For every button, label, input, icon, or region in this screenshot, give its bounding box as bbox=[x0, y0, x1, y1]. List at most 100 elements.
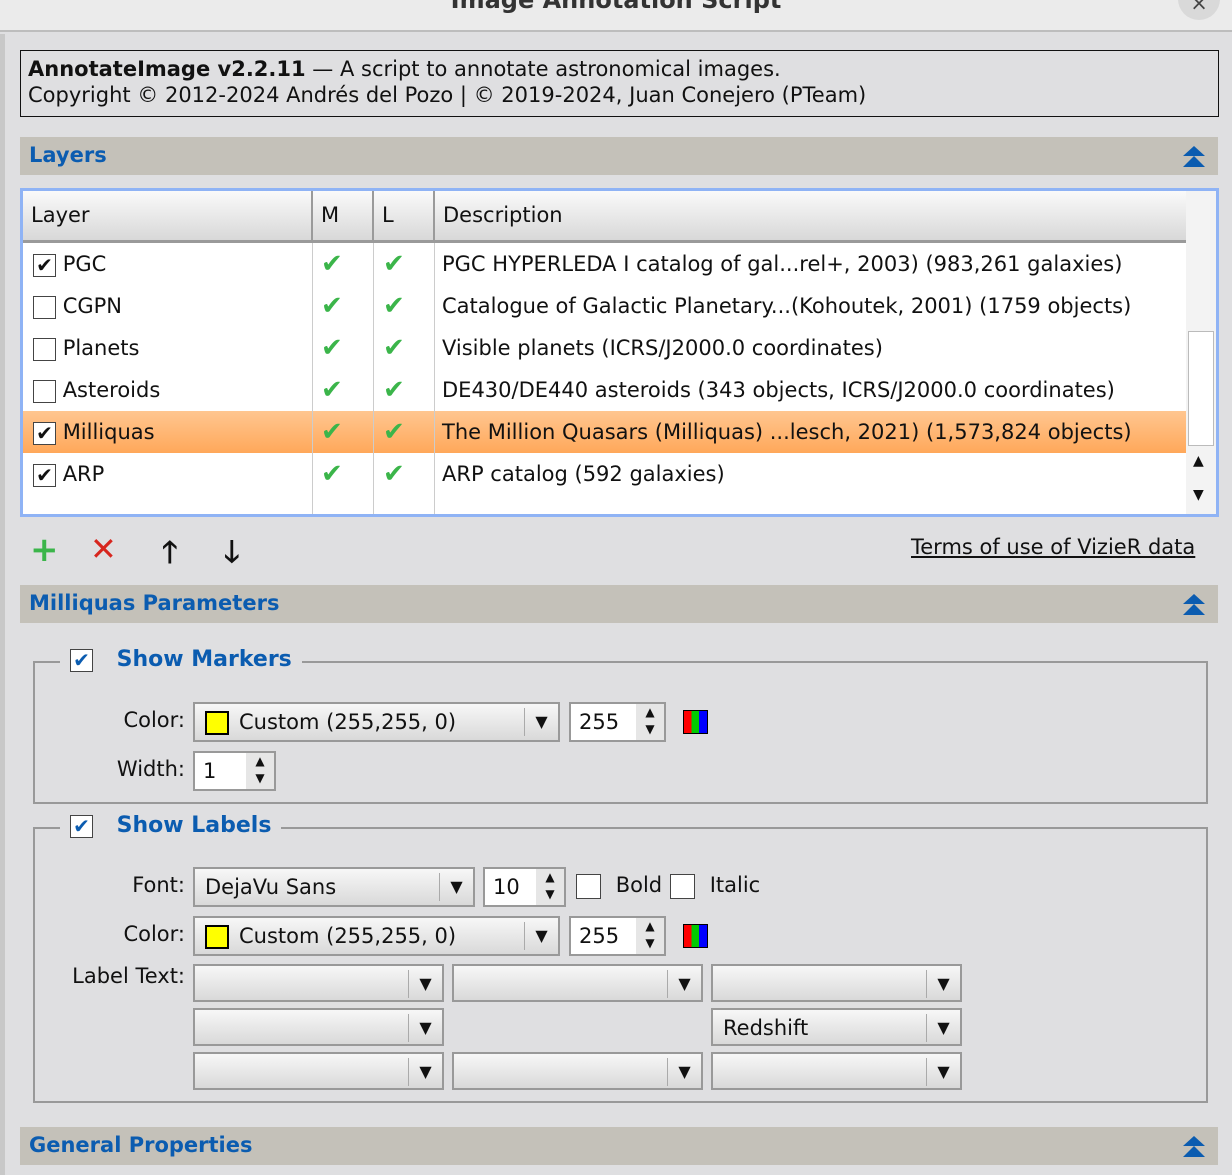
close-button[interactable]: × bbox=[1178, 0, 1220, 20]
font-size-spinner[interactable]: 10 ▲ ▼ bbox=[483, 867, 566, 907]
col-m[interactable]: M bbox=[313, 191, 374, 240]
layer-checkbox[interactable]: ✔ bbox=[33, 253, 56, 277]
dropdown-arrow-icon[interactable]: ▼ bbox=[667, 970, 701, 998]
font-value: DejaVu Sans bbox=[205, 875, 337, 899]
col-l[interactable]: L bbox=[374, 191, 435, 240]
move-down-icon[interactable]: 🡓 bbox=[224, 530, 240, 581]
font-label: Font: bbox=[132, 873, 185, 897]
label-text-select[interactable]: ▼ bbox=[452, 1052, 703, 1090]
dropdown-arrow-icon[interactable]: ▼ bbox=[408, 970, 442, 998]
table-row[interactable]: CGPN ✔ ✔ Catalogue of Galactic Planetary… bbox=[23, 285, 1186, 327]
collapse-icon[interactable] bbox=[1182, 594, 1206, 616]
marker-color-select[interactable]: Custom (255,255, 0) ▼ bbox=[193, 702, 560, 742]
label-text-select[interactable]: Redshift ▼ bbox=[711, 1008, 962, 1046]
scroll-down-icon[interactable]: ▼ bbox=[1193, 487, 1204, 503]
dropdown-arrow-icon[interactable]: ▼ bbox=[926, 970, 960, 998]
spinner-arrows-icon[interactable]: ▲ ▼ bbox=[246, 753, 274, 789]
dropdown-arrow-icon[interactable]: ▼ bbox=[667, 1058, 701, 1086]
layers-section-header[interactable]: Layers bbox=[20, 137, 1218, 175]
table-row[interactable]: Planets ✔ ✔ Visible planets (ICRS/J2000.… bbox=[23, 327, 1186, 369]
section-title: Milliquas Parameters bbox=[29, 591, 280, 615]
tagline: — A script to annotate astronomical imag… bbox=[305, 57, 781, 81]
bold-label: Bold bbox=[615, 873, 663, 897]
table-row[interactable]: ✔ Milliquas ✔ ✔ The Million Quasars (Mil… bbox=[23, 411, 1186, 453]
dropdown-arrow-icon[interactable]: ▼ bbox=[524, 922, 558, 950]
table-row[interactable]: Asteroids ✔ ✔ DE430/DE440 asteroids (343… bbox=[23, 369, 1186, 411]
scrollbar[interactable]: ▲ ▼ bbox=[1186, 191, 1216, 514]
marker-check-icon[interactable]: ✔ bbox=[321, 327, 343, 369]
marker-color-value: Custom (255,255, 0) bbox=[239, 710, 457, 734]
dropdown-arrow-icon[interactable]: ▼ bbox=[439, 873, 473, 901]
table-row[interactable]: ✔ ARP ✔ ✔ ARP catalog (592 galaxies) bbox=[23, 453, 1186, 495]
layer-checkbox[interactable]: ✔ bbox=[33, 421, 56, 445]
italic-label: Italic bbox=[709, 873, 761, 897]
move-up-icon[interactable]: 🡑 bbox=[162, 530, 178, 581]
collapse-icon[interactable] bbox=[1182, 1136, 1206, 1158]
add-layer-icon[interactable]: + bbox=[30, 530, 59, 570]
color-picker-icon[interactable] bbox=[683, 710, 708, 734]
spinner-arrows-icon[interactable]: ▲ ▼ bbox=[536, 869, 564, 905]
general-section-header[interactable]: General Properties bbox=[20, 1127, 1218, 1165]
table-row[interactable]: ✔ PGC ✔ ✔ PGC HYPERLEDA I catalog of gal… bbox=[23, 243, 1186, 285]
dropdown-arrow-icon[interactable]: ▼ bbox=[926, 1014, 960, 1042]
label-check-icon[interactable]: ✔ bbox=[383, 285, 405, 327]
layer-description: DE430/DE440 asteroids (343 objects, ICRS… bbox=[442, 378, 1115, 402]
marker-width-spinner[interactable]: 1 ▲ ▼ bbox=[193, 751, 276, 791]
layer-name: ARP bbox=[62, 462, 105, 486]
dropdown-arrow-icon[interactable]: ▼ bbox=[408, 1058, 442, 1086]
show-markers-checkbox[interactable]: ✔ bbox=[70, 648, 93, 672]
layers-table[interactable]: Layer M L Description ✔ PGC ✔ ✔ PGC HYPE… bbox=[20, 188, 1219, 517]
marker-check-icon[interactable]: ✔ bbox=[321, 243, 343, 285]
font-size-value: 10 bbox=[493, 875, 520, 899]
label-check-icon[interactable]: ✔ bbox=[383, 243, 405, 285]
italic-option[interactable]: Italic bbox=[670, 873, 760, 899]
scroll-up-icon[interactable]: ▲ bbox=[1193, 453, 1204, 469]
section-title: Layers bbox=[29, 143, 107, 167]
scrollbar-thumb[interactable] bbox=[1188, 331, 1214, 446]
label-alpha-spinner[interactable]: 255 ▲ ▼ bbox=[569, 916, 666, 956]
label-color-value: Custom (255,255, 0) bbox=[239, 924, 457, 948]
font-select[interactable]: DejaVu Sans ▼ bbox=[193, 867, 475, 907]
label-text-select[interactable]: ▼ bbox=[193, 964, 444, 1002]
dropdown-arrow-icon[interactable]: ▼ bbox=[926, 1058, 960, 1086]
marker-alpha-spinner[interactable]: 255 ▲ ▼ bbox=[569, 702, 666, 742]
label-text-select[interactable]: ▼ bbox=[711, 964, 962, 1002]
marker-check-icon[interactable]: ✔ bbox=[321, 285, 343, 327]
spinner-arrows-icon[interactable]: ▲ ▼ bbox=[636, 704, 664, 740]
italic-checkbox[interactable] bbox=[670, 873, 695, 899]
spinner-arrows-icon[interactable]: ▲ ▼ bbox=[636, 918, 664, 954]
marker-check-icon[interactable]: ✔ bbox=[321, 369, 343, 411]
yellow-swatch-icon bbox=[205, 711, 229, 735]
label-color-select[interactable]: Custom (255,255, 0) ▼ bbox=[193, 916, 560, 956]
label-text-select[interactable]: ▼ bbox=[193, 1008, 444, 1046]
marker-check-icon[interactable]: ✔ bbox=[321, 411, 343, 453]
marker-check-icon[interactable]: ✔ bbox=[321, 453, 343, 495]
dropdown-arrow-icon[interactable]: ▼ bbox=[524, 708, 558, 736]
col-layer[interactable]: Layer bbox=[23, 191, 313, 240]
color-picker-icon[interactable] bbox=[683, 924, 708, 948]
layer-checkbox[interactable] bbox=[33, 295, 56, 319]
layer-checkbox[interactable]: ✔ bbox=[33, 463, 56, 487]
label-text-select[interactable]: ▼ bbox=[711, 1052, 962, 1090]
layer-checkbox[interactable] bbox=[33, 379, 56, 403]
col-description[interactable]: Description bbox=[435, 191, 1186, 240]
show-labels-label: Show Labels bbox=[116, 813, 272, 838]
label-check-icon[interactable]: ✔ bbox=[383, 411, 405, 453]
dropdown-arrow-icon[interactable]: ▼ bbox=[408, 1014, 442, 1042]
label-text-select[interactable]: ▼ bbox=[193, 1052, 444, 1090]
label-check-icon[interactable]: ✔ bbox=[383, 369, 405, 411]
marker-color-label: Color: bbox=[123, 708, 185, 732]
params-section-header[interactable]: Milliquas Parameters bbox=[20, 585, 1218, 623]
label-check-icon[interactable]: ✔ bbox=[383, 327, 405, 369]
layer-description: The Million Quasars (Milliquas) ...lesch… bbox=[442, 420, 1132, 444]
label-text-select[interactable]: ▼ bbox=[452, 964, 703, 1002]
terms-link[interactable]: Terms of use of VizieR data bbox=[911, 535, 1195, 559]
show-labels-checkbox[interactable]: ✔ bbox=[70, 814, 93, 838]
collapse-icon[interactable] bbox=[1182, 146, 1206, 168]
bold-option[interactable]: Bold bbox=[576, 873, 662, 899]
label-check-icon[interactable]: ✔ bbox=[383, 453, 405, 495]
delete-layer-icon[interactable]: ✕ bbox=[90, 530, 117, 568]
labels-legend: ✔ Show Labels bbox=[60, 813, 282, 838]
bold-checkbox[interactable] bbox=[576, 873, 601, 899]
layer-checkbox[interactable] bbox=[33, 337, 56, 361]
